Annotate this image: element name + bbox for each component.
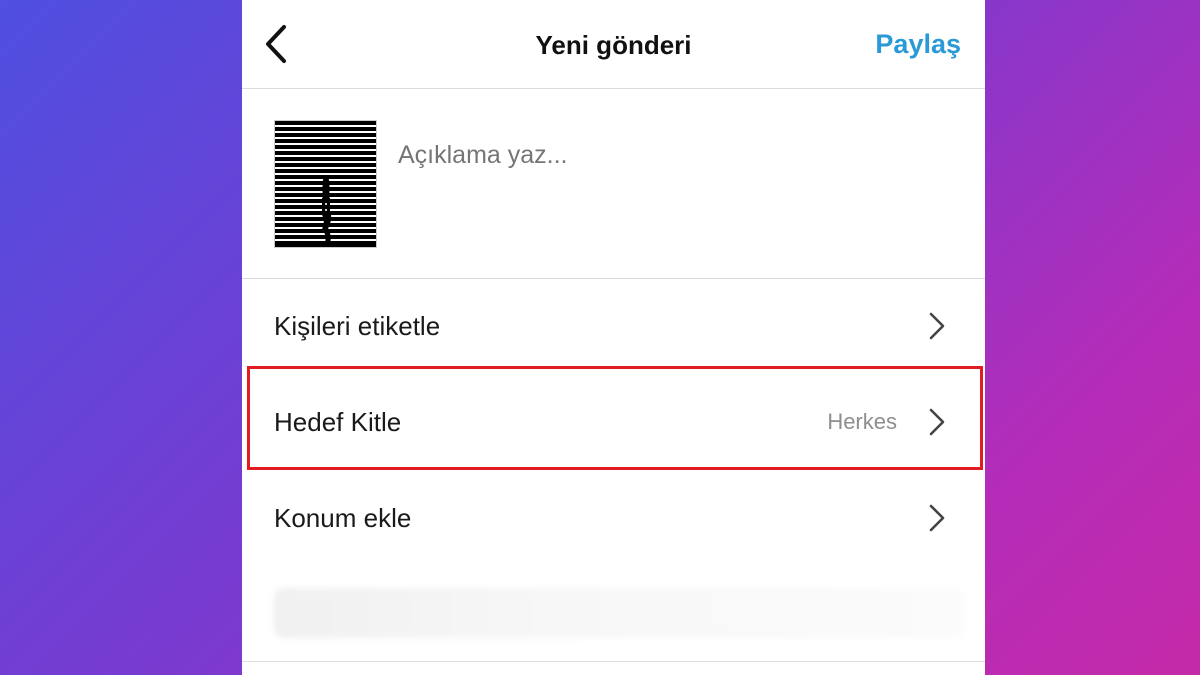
tag-people-label: Kişileri etiketle bbox=[274, 310, 441, 341]
new-post-screen: Yeni gönderi Paylaş Açıklama yaz... Kişi… bbox=[242, 0, 985, 675]
chevron-right-icon bbox=[927, 503, 947, 533]
caption-input[interactable] bbox=[398, 141, 938, 170]
top-navigation-bar: Yeni gönderi Paylaş bbox=[242, 0, 985, 89]
blurred-content bbox=[274, 588, 964, 638]
audience-row[interactable]: Hedef Kitle Herkes bbox=[242, 374, 985, 470]
page-title: Yeni gönderi bbox=[535, 30, 692, 60]
post-image bbox=[275, 121, 376, 247]
share-button[interactable]: Paylaş bbox=[875, 29, 961, 60]
compose-area bbox=[242, 89, 985, 279]
post-thumbnail[interactable] bbox=[274, 120, 377, 248]
tag-people-row[interactable]: Kişileri etiketle bbox=[242, 278, 985, 374]
audience-value: Herkes bbox=[827, 409, 897, 434]
add-location-label: Konum ekle bbox=[274, 502, 412, 533]
divider bbox=[242, 661, 985, 662]
chevron-right-icon bbox=[927, 407, 947, 437]
add-location-row[interactable]: Konum ekle bbox=[242, 470, 985, 566]
audience-label: Hedef Kitle bbox=[274, 406, 402, 437]
chevron-right-icon bbox=[927, 311, 947, 341]
